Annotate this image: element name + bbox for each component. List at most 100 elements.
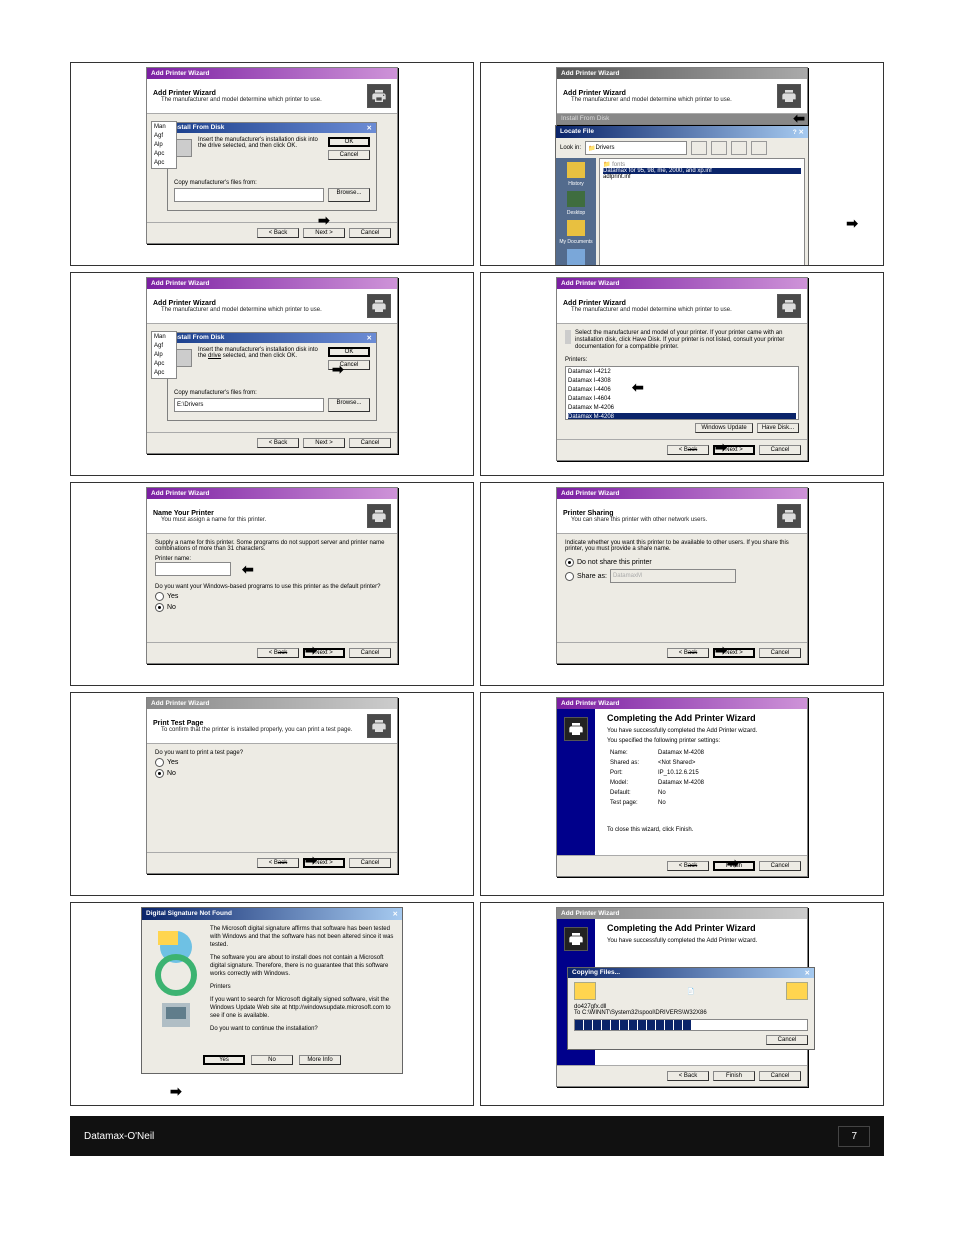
ok-button[interactable]: OK xyxy=(328,137,370,147)
cancel-button[interactable]: Cancel xyxy=(759,648,801,658)
history-icon[interactable] xyxy=(567,162,585,178)
next-button[interactable]: Next > xyxy=(713,648,755,658)
cancel-button[interactable]: Cancel xyxy=(328,360,370,370)
arrow-icon: ➡ xyxy=(170,1083,182,1100)
up-icon[interactable] xyxy=(711,141,727,155)
arrow-icon: ⬅ xyxy=(242,561,254,578)
next-button[interactable]: Next > xyxy=(303,648,345,658)
yes-button[interactable]: Yes xyxy=(203,1055,245,1065)
printer-icon xyxy=(367,714,391,738)
cancel-button[interactable]: Cancel xyxy=(759,861,801,871)
do-not-share-radio[interactable]: Do not share this printer xyxy=(565,558,799,567)
completing-title: Completing the Add Printer Wizard xyxy=(607,923,803,933)
no-radio[interactable]: No xyxy=(155,603,389,612)
back-button[interactable]: < Back xyxy=(667,861,709,871)
header-subtitle: To confirm that the printer is installed… xyxy=(161,727,367,733)
cancel-button[interactable]: Cancel xyxy=(349,648,391,658)
manufacturer-list[interactable]: Man Agf Alp Apc Apc APS AS AT xyxy=(151,331,177,379)
instruction-text: Insert the manufacturer's installation d… xyxy=(198,137,322,160)
browse-button[interactable]: Browse... xyxy=(328,398,370,412)
views-icon[interactable] xyxy=(751,141,767,155)
share-as-radio[interactable]: Share as: DatamaxM xyxy=(565,569,799,583)
window-titlebar: Add Printer Wizard xyxy=(147,278,397,289)
flying-paper-icon: 📄 xyxy=(596,988,786,995)
cancel-button[interactable]: Cancel xyxy=(349,228,391,238)
yes-radio[interactable]: Yes xyxy=(155,592,389,601)
add-printer-wizard: Add Printer Wizard Printer SharingYou ca… xyxy=(556,487,808,664)
next-button[interactable]: Next > xyxy=(303,858,345,868)
instruction-text: Select the manufacturer and model of you… xyxy=(575,330,799,351)
back-button[interactable]: < Back xyxy=(257,438,299,448)
inactive-install-disk-bar: Install From Disk✕ xyxy=(557,114,807,124)
header-title: Print Test Page xyxy=(153,720,367,727)
sig-para-1: The Microsoft digital signature affirms … xyxy=(210,925,396,949)
close-icon[interactable]: ✕ xyxy=(367,334,372,342)
file-list[interactable]: 📁 fonts Datamax for 95, 98, me, 2000, an… xyxy=(599,158,805,266)
back-button[interactable]: < Back xyxy=(667,445,709,455)
new-folder-icon[interactable] xyxy=(731,141,747,155)
finish-button[interactable]: Finish xyxy=(713,1071,755,1081)
look-in-dropdown[interactable]: 📁 Drivers xyxy=(585,141,687,155)
add-printer-wizard: Add Printer Wizard Add Printer WizardThe… xyxy=(556,277,808,461)
settings-table: Name:Datamax M-4208 Shared as:<Not Share… xyxy=(607,747,707,809)
printer-name-field[interactable]: Datamax M-4208 xyxy=(155,562,231,576)
back-button[interactable]: < Back xyxy=(257,648,299,658)
completing-text: You have successfully completed the Add … xyxy=(607,728,803,734)
folder-icon[interactable] xyxy=(567,220,585,236)
add-printer-wizard: Add Printer Wizard Print Test PageTo con… xyxy=(146,697,398,874)
progress-bar xyxy=(574,1019,808,1031)
copy-from-label: Copy manufacturer's files from: xyxy=(174,390,370,396)
back-button[interactable]: < Back xyxy=(257,858,299,868)
cell-test-page: Add Printer Wizard Print Test PageTo con… xyxy=(70,692,474,896)
cancel-button[interactable]: Cancel xyxy=(349,438,391,448)
no-button[interactable]: No xyxy=(251,1055,293,1065)
cancel-button[interactable]: Cancel xyxy=(759,445,801,455)
close-icon[interactable]: ✕ xyxy=(805,969,810,977)
next-button[interactable]: Next > xyxy=(303,228,345,238)
printer-icon xyxy=(777,84,801,108)
dialog-title: Copying Files... xyxy=(572,969,620,977)
printer-icon xyxy=(367,504,391,528)
file-item[interactable]: adlprint.inf xyxy=(603,174,801,180)
more-info-button[interactable]: More Info xyxy=(299,1055,341,1065)
browse-button[interactable]: Browse... xyxy=(328,188,370,202)
path-field[interactable]: E:\Drivers xyxy=(174,398,324,412)
window-titlebar-inactive: Add Printer Wizard xyxy=(557,68,807,79)
next-button[interactable]: Next > xyxy=(713,445,755,455)
windows-update-button[interactable]: Windows Update xyxy=(695,423,753,433)
computer-icon[interactable] xyxy=(567,249,585,265)
close-icon[interactable]: ✕ xyxy=(393,910,398,918)
no-radio[interactable]: No xyxy=(155,769,389,778)
desktop-icon[interactable] xyxy=(567,191,585,207)
next-button[interactable]: Next > xyxy=(303,438,345,448)
dialog-title: Digital Signature Not Found xyxy=(146,910,232,918)
have-disk-button[interactable]: Have Disk... xyxy=(757,423,799,433)
add-printer-wizard: Add Printer Wizard Add Printer Wizard Th… xyxy=(556,67,808,125)
printers-list[interactable]: Datamax I-4212Datamax I-4308Datamax I-44… xyxy=(565,366,799,420)
cell-name-printer: Add Printer Wizard Name Your PrinterYou … xyxy=(70,482,474,686)
path-field[interactable]: A:\ xyxy=(174,188,324,202)
back-button[interactable]: < Back xyxy=(667,648,709,658)
folder-src-icon xyxy=(574,982,596,1000)
yes-radio[interactable]: Yes xyxy=(155,758,389,767)
cancel-button[interactable]: Cancel xyxy=(759,1071,801,1081)
close-icon[interactable]: ? ✕ xyxy=(793,128,804,136)
cancel-button[interactable]: Cancel xyxy=(766,1035,808,1045)
cancel-button[interactable]: Cancel xyxy=(328,150,370,160)
places-bar: History Desktop My Documents My Computer… xyxy=(556,158,596,266)
folder-item[interactable]: 📁 fonts xyxy=(603,161,801,168)
ok-button[interactable]: OK xyxy=(328,347,370,357)
close-icon[interactable]: ✕ xyxy=(367,124,372,132)
spec-text: You specified the following printer sett… xyxy=(607,738,803,744)
finish-button[interactable]: Finish xyxy=(713,861,755,871)
cancel-button[interactable]: Cancel xyxy=(349,858,391,868)
back-button[interactable]: < Back xyxy=(667,1071,709,1081)
back-button[interactable]: < Back xyxy=(257,228,299,238)
info-icon xyxy=(565,330,571,344)
back-icon[interactable] xyxy=(691,141,707,155)
manufacturer-list[interactable]: Man Agf Alp Apc Apc APS AS AT xyxy=(151,121,177,169)
sig-para-2: The software you are about to install do… xyxy=(210,954,396,978)
locate-file-dialog: Locate File? ✕ Look in: 📁 Drivers Histor… xyxy=(555,125,809,266)
sig-para-4: If you want to search for Microsoft digi… xyxy=(210,996,396,1020)
header-subtitle: You must assign a name for this printer. xyxy=(161,517,367,523)
